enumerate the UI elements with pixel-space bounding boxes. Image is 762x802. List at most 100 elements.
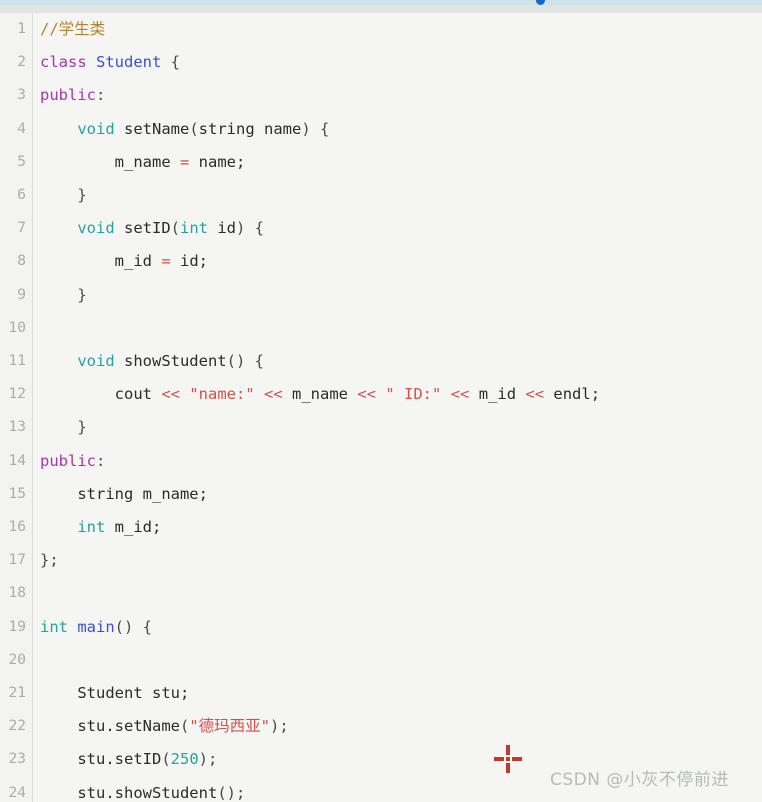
line-number: 12 bbox=[8, 386, 26, 403]
line-number: 6 bbox=[17, 187, 26, 203]
code-line[interactable]: Student stu; bbox=[40, 677, 189, 710]
code-token-punct: ( bbox=[161, 750, 171, 769]
code-line[interactable]: } bbox=[40, 179, 86, 212]
code-token-punct: ( bbox=[189, 119, 199, 138]
code-line[interactable] bbox=[40, 577, 49, 610]
code-token-op: = bbox=[179, 152, 190, 171]
code-token-plain: setID bbox=[114, 219, 171, 238]
code-token-plain: string bbox=[198, 119, 255, 138]
scroll-position-indicator-dot bbox=[536, 0, 545, 5]
code-token-op: << bbox=[450, 385, 470, 404]
crosshair-cursor-icon bbox=[494, 745, 522, 773]
line-number: 5 bbox=[17, 153, 26, 170]
csdn-watermark: CSDN @小灰不停前进 bbox=[550, 770, 729, 790]
code-token-op: << bbox=[525, 385, 545, 404]
line-number: 21 bbox=[8, 685, 26, 701]
code-token-plain: m_id bbox=[469, 385, 526, 404]
code-token-punct: ) { bbox=[301, 119, 330, 138]
code-content-area[interactable]: //学生类 class Student {public: void setName… bbox=[40, 13, 762, 802]
code-line[interactable] bbox=[40, 644, 49, 677]
line-number: 11 bbox=[8, 353, 26, 369]
code-line[interactable]: int m_id; bbox=[40, 511, 161, 544]
code-token-type: int bbox=[77, 518, 106, 536]
line-number: 2 bbox=[17, 54, 26, 71]
line-number: 15 bbox=[8, 485, 26, 502]
code-token-op: << bbox=[161, 385, 180, 404]
code-line[interactable]: public: bbox=[40, 79, 105, 112]
line-number: 4 bbox=[17, 120, 26, 137]
code-token-plain: id bbox=[208, 219, 236, 238]
code-token-plain: m_name bbox=[282, 385, 358, 404]
code-token-punct: : bbox=[96, 451, 106, 470]
code-token-string: "德玛西亚" bbox=[189, 717, 270, 736]
code-token-punct: ) { bbox=[236, 219, 264, 238]
code-line[interactable]: public: bbox=[40, 445, 105, 478]
code-line[interactable]: stu.showStudent(); bbox=[40, 777, 245, 802]
code-token-plain: string m_name; bbox=[40, 484, 208, 503]
code-line[interactable]: stu.setName("德玛西亚"); bbox=[40, 710, 288, 743]
code-line[interactable]: int main() { bbox=[40, 611, 152, 644]
code-line[interactable] bbox=[40, 312, 49, 345]
code-token-plain: m_id; bbox=[105, 518, 162, 536]
line-number: 17 bbox=[8, 552, 26, 569]
code-token-plain: m_id bbox=[40, 252, 162, 271]
code-token-plain: name bbox=[254, 119, 302, 138]
code-token-plain: cout bbox=[40, 385, 162, 404]
code-token-op: << bbox=[264, 385, 283, 404]
code-token-punct: } bbox=[40, 285, 87, 304]
line-number: 3 bbox=[17, 87, 26, 104]
code-token-plain: stu.setID bbox=[40, 750, 162, 769]
code-editor[interactable]: 1 2 3 4 5 6 7 8 9 10 11 12 13 14 15 16 17 18 19 20 21 22 23 24 … bbox=[0, 13, 762, 802]
code-token-punct: : bbox=[96, 86, 106, 105]
code-line[interactable]: //学生类 bbox=[40, 13, 105, 46]
line-number: 8 bbox=[17, 253, 26, 270]
code-line[interactable]: void setID(int id) { bbox=[40, 212, 264, 245]
code-token-type: int bbox=[40, 617, 68, 636]
code-token-punct: () { bbox=[226, 352, 264, 370]
line-number: 1 bbox=[17, 21, 26, 37]
line-number: 9 bbox=[17, 286, 26, 303]
code-token-punct: } bbox=[40, 418, 87, 437]
line-number: 7 bbox=[17, 220, 26, 237]
code-line[interactable]: stu.setID(250); bbox=[40, 743, 217, 776]
code-token-plain: id; bbox=[170, 252, 208, 271]
code-line[interactable]: void showStudent() { bbox=[40, 345, 264, 378]
line-number: 24 bbox=[8, 784, 26, 801]
code-line[interactable]: class Student { bbox=[40, 46, 180, 79]
code-screenshot: 1 2 3 4 5 6 7 8 9 10 11 12 13 14 15 16 17 18 19 20 21 22 23 24 … bbox=[0, 0, 762, 802]
window-top-accent-strip bbox=[0, 0, 762, 5]
code-line[interactable]: cout << "name:" << m_name << " ID:" << m… bbox=[40, 378, 600, 411]
code-token-punct: { bbox=[161, 53, 181, 72]
code-line[interactable]: } bbox=[40, 279, 87, 312]
code-line[interactable]: m_id = id; bbox=[40, 245, 208, 278]
line-number: 13 bbox=[8, 419, 26, 436]
code-token-punct: () { bbox=[114, 617, 152, 636]
code-token-type: void bbox=[77, 119, 115, 138]
code-token-punct: ( bbox=[179, 717, 190, 736]
line-number: 22 bbox=[8, 718, 26, 735]
code-token-type: void bbox=[77, 219, 115, 238]
code-token-punct: ); bbox=[198, 750, 218, 769]
code-line[interactable]: m_name = name; bbox=[40, 146, 246, 179]
line-number: 10 bbox=[8, 319, 26, 336]
line-number: 18 bbox=[8, 585, 26, 602]
code-token-punct: ( bbox=[170, 219, 180, 238]
code-line[interactable]: void setName(string name) { bbox=[40, 113, 329, 146]
code-line[interactable]: }; bbox=[40, 544, 59, 577]
code-token-plain: setName bbox=[114, 119, 190, 138]
code-token-plain: showStudent bbox=[114, 352, 227, 370]
code-line[interactable]: } bbox=[40, 411, 87, 444]
code-token-plain: m_name bbox=[40, 152, 180, 171]
code-token-punct: }; bbox=[40, 551, 59, 570]
code-line[interactable]: string m_name; bbox=[40, 478, 208, 511]
code-token-func: main bbox=[77, 617, 115, 636]
